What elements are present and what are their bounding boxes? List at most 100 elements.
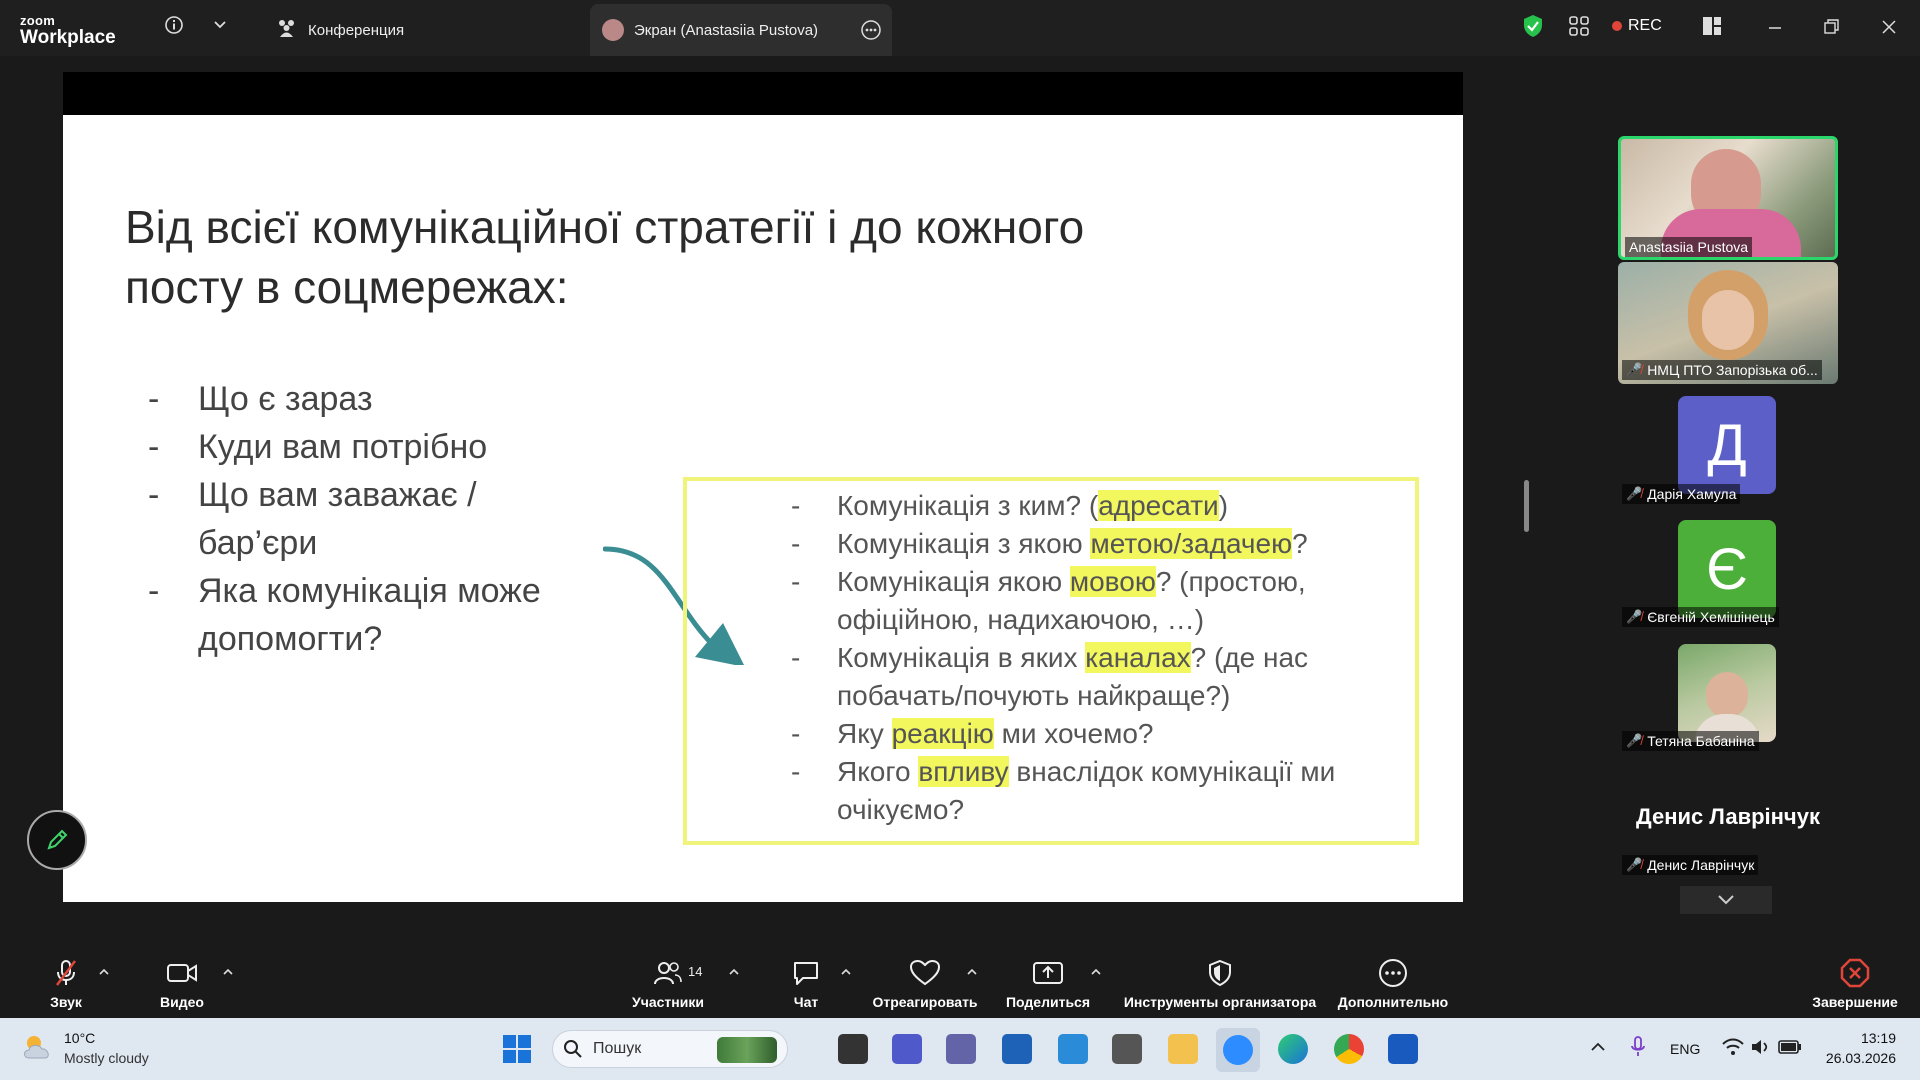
video-button[interactable]: Видео bbox=[150, 946, 214, 1018]
video-label: Видео bbox=[160, 994, 204, 1010]
security-shield-icon[interactable] bbox=[1522, 14, 1544, 41]
heart-icon bbox=[909, 958, 941, 988]
video-camera-icon bbox=[166, 958, 198, 988]
participant-name: 🎤̸ НМЦ ПТО Запорізька об... bbox=[1622, 360, 1822, 380]
mic-muted-icon: 🎤̸ bbox=[1626, 362, 1643, 377]
participants-button[interactable]: Участники bbox=[624, 946, 712, 1018]
host-tools-button[interactable]: Инструменты организатора bbox=[1120, 946, 1320, 1018]
participant-face bbox=[1706, 672, 1748, 718]
audio-button[interactable]: Звук bbox=[36, 946, 96, 1018]
participant-big-name: Денис Лаврінчук bbox=[1636, 804, 1820, 829]
more-label: Дополнительно bbox=[1337, 994, 1449, 1010]
share-options-caret[interactable] bbox=[1090, 964, 1102, 980]
participant-face-inner bbox=[1702, 290, 1754, 350]
scrollbar[interactable] bbox=[1524, 480, 1529, 532]
word-icon[interactable] bbox=[1388, 1034, 1418, 1064]
participants-icon bbox=[653, 958, 683, 988]
more-options-icon[interactable] bbox=[860, 19, 882, 45]
participant-photo[interactable] bbox=[1678, 644, 1776, 742]
store-icon[interactable] bbox=[1002, 1034, 1032, 1064]
participant-name: 🎤̸ Тетяна Бабаніна bbox=[1622, 731, 1759, 751]
people-icon bbox=[276, 18, 298, 42]
restore-icon[interactable] bbox=[1822, 18, 1840, 39]
video-options-caret[interactable] bbox=[222, 964, 234, 980]
audio-options-caret[interactable] bbox=[98, 964, 110, 980]
screen-owner-avatar bbox=[602, 19, 624, 41]
task-view-icon[interactable] bbox=[838, 1034, 868, 1064]
participant-avatar[interactable]: Є bbox=[1678, 520, 1776, 618]
audio-label: Звук bbox=[50, 994, 82, 1010]
slide-title-line-2: посту в соцмережах: bbox=[125, 261, 569, 313]
microphone-icon[interactable] bbox=[1630, 1036, 1646, 1063]
recording-indicator[interactable]: REC bbox=[1612, 17, 1662, 35]
participants-options-caret[interactable] bbox=[728, 964, 740, 980]
chat-options-caret[interactable] bbox=[840, 964, 852, 980]
right-list-item: Якого впливу внаслідок комунікації ми оч… bbox=[791, 753, 1411, 829]
tab-screen-share[interactable]: Экран (Anastasiia Pustova) bbox=[590, 4, 892, 56]
photos-icon[interactable] bbox=[1058, 1034, 1088, 1064]
recording-label: REC bbox=[1628, 17, 1662, 34]
language-indicator[interactable]: ENG bbox=[1670, 1041, 1700, 1057]
calculator-icon[interactable] bbox=[1112, 1034, 1142, 1064]
chevron-down-icon bbox=[1718, 895, 1734, 905]
mic-muted-icon: 🎤̸ bbox=[1626, 609, 1643, 624]
end-icon bbox=[1840, 958, 1870, 988]
right-list-item: Комунікація якою мовою? (простою, офіцій… bbox=[791, 563, 1411, 639]
clock-date[interactable]: 26.03.2026 bbox=[1812, 1050, 1896, 1066]
participant-video-tile[interactable]: Anastasiia Pustova bbox=[1618, 136, 1838, 260]
teams-icon[interactable] bbox=[946, 1034, 976, 1064]
right-list-item: Комунікація в яких каналах? (де нас поба… bbox=[791, 639, 1411, 715]
more-icon bbox=[1378, 958, 1408, 988]
chevron-up-icon[interactable] bbox=[1590, 1040, 1606, 1058]
mic-muted-icon: 🎤̸ bbox=[1626, 857, 1643, 872]
participant-video-tile[interactable]: 🎤̸ НМЦ ПТО Запорізька об... bbox=[1618, 262, 1838, 384]
layout-icon[interactable] bbox=[1702, 16, 1722, 39]
zoom-app-icon bbox=[1223, 1035, 1253, 1065]
volume-icon[interactable] bbox=[1750, 1038, 1772, 1061]
annotate-button[interactable] bbox=[27, 810, 87, 870]
meeting-toolbar: Звук Видео Участники 14 Чат Отреагироват… bbox=[0, 946, 1920, 1018]
chat-label: Чат bbox=[793, 994, 819, 1010]
mic-muted-icon: 🎤̸ bbox=[1626, 733, 1643, 748]
windows-start-icon[interactable] bbox=[502, 1034, 532, 1069]
end-meeting-button[interactable]: Завершение bbox=[1806, 946, 1904, 1018]
chat-button[interactable]: Чат bbox=[776, 946, 836, 1018]
more-button[interactable]: Дополнительно bbox=[1334, 946, 1452, 1018]
search-placeholder: Пошук bbox=[593, 1040, 642, 1057]
participants-count: 14 bbox=[688, 964, 703, 979]
participant-avatar[interactable]: Д bbox=[1678, 396, 1776, 494]
left-list-item: Що вам заважає / бар’єри bbox=[148, 471, 568, 567]
chevron-down-icon[interactable] bbox=[212, 16, 228, 35]
tab-screen-share-label: Экран (Anastasiia Pustova) bbox=[634, 21, 819, 39]
taskbar-search[interactable]: Пошук bbox=[552, 1030, 788, 1068]
wifi-icon[interactable] bbox=[1722, 1038, 1744, 1061]
close-icon[interactable] bbox=[1880, 18, 1898, 39]
weather-temp: 10°C bbox=[64, 1030, 96, 1046]
left-bullet-list: Що є зараз Куди вам потрібно Що вам зава… bbox=[148, 375, 568, 663]
zoom-logo-workplace: Workplace bbox=[20, 27, 116, 48]
participant-name: 🎤̸ Дарія Хамула bbox=[1622, 484, 1741, 504]
right-list-item: Комунікація з якою метою/задачею? bbox=[791, 525, 1411, 563]
view-switch-icon[interactable] bbox=[1568, 15, 1590, 40]
share-screen-button[interactable]: Поделиться bbox=[1000, 946, 1096, 1018]
left-list-item: Куди вам потрібно bbox=[148, 423, 568, 471]
mic-muted-icon: 🎤̸ bbox=[1626, 486, 1643, 501]
edge-icon[interactable] bbox=[1278, 1034, 1308, 1064]
info-icon[interactable] bbox=[164, 15, 184, 38]
participant-name: 🎤̸ Євгеній Хемішінець bbox=[1622, 607, 1779, 627]
react-label: Отреагировать bbox=[872, 994, 978, 1010]
battery-icon[interactable] bbox=[1778, 1039, 1802, 1060]
zoom-taskbar-active[interactable] bbox=[1216, 1028, 1260, 1072]
react-options-caret[interactable] bbox=[966, 964, 978, 980]
scroll-down-button[interactable] bbox=[1680, 886, 1772, 914]
tab-meeting[interactable]: Конференция bbox=[270, 4, 570, 56]
zoom-meeting-app-icon[interactable] bbox=[892, 1034, 922, 1064]
file-explorer-icon[interactable] bbox=[1168, 1034, 1198, 1064]
clock-time[interactable]: 13:19 bbox=[1822, 1030, 1896, 1046]
chrome-icon[interactable] bbox=[1334, 1034, 1364, 1064]
weather-desc: Mostly cloudy bbox=[64, 1050, 149, 1066]
minimize-icon[interactable] bbox=[1766, 18, 1784, 39]
weather-cloud-icon[interactable] bbox=[20, 1032, 56, 1067]
react-button[interactable]: Отреагировать bbox=[870, 946, 980, 1018]
right-bullet-list: Комунікація з ким? (адресати) Комунікаці… bbox=[791, 487, 1411, 829]
